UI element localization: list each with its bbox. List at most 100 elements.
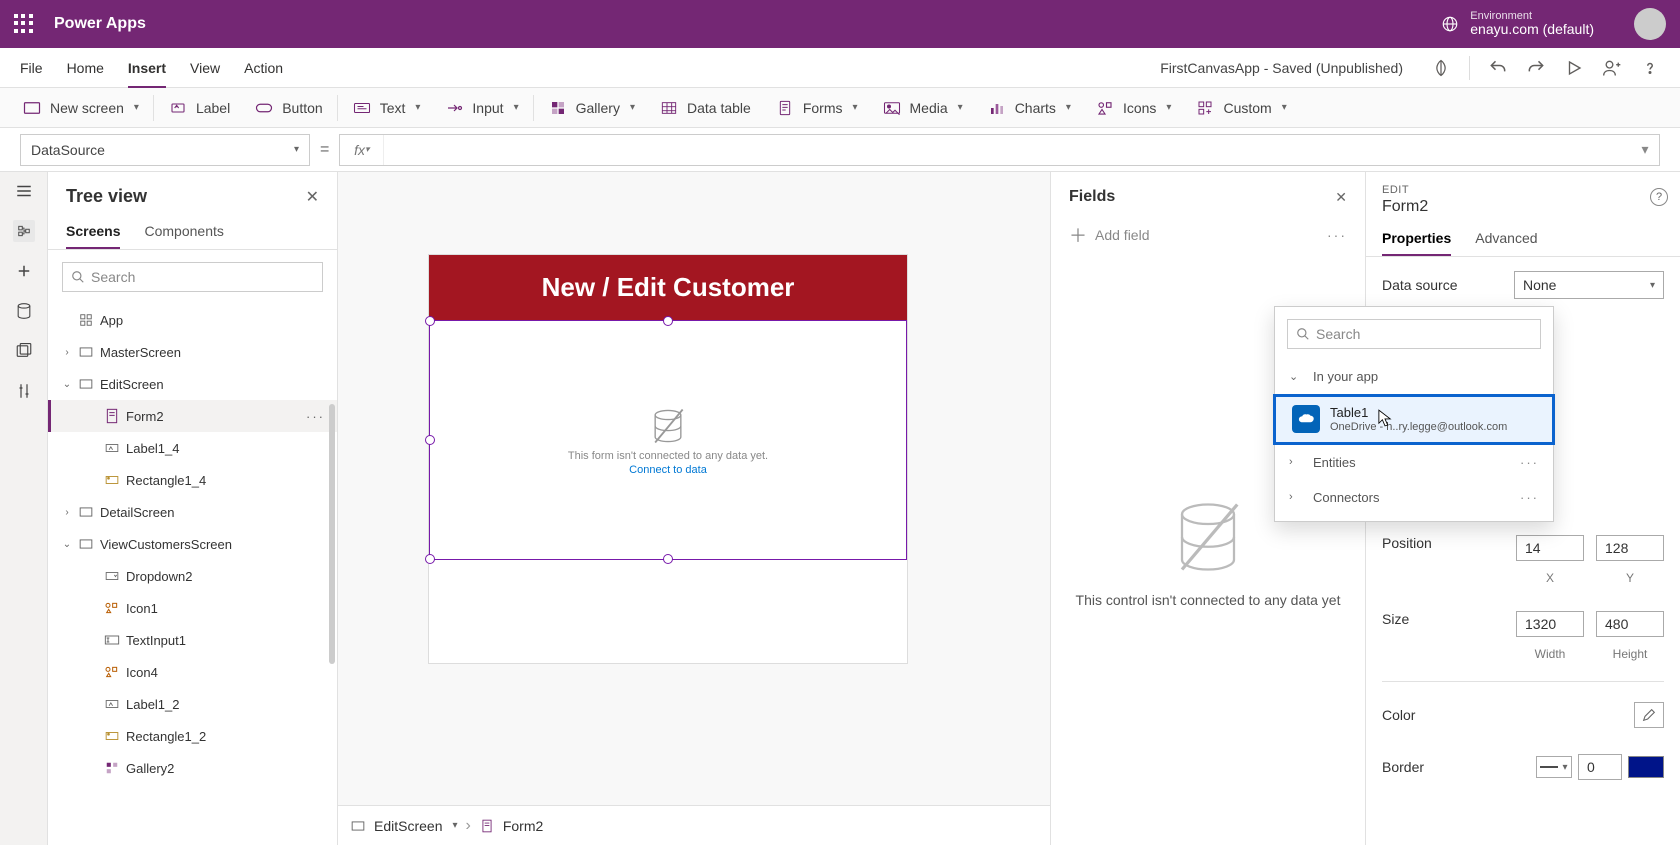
breadcrumb-control[interactable]: Form2 [503, 818, 543, 834]
screen-header[interactable]: New / Edit Customer [429, 255, 907, 320]
undo-icon[interactable] [1488, 58, 1508, 78]
property-selector[interactable]: DataSource ▾ [20, 134, 310, 166]
play-icon[interactable] [1564, 58, 1584, 78]
ds-section-in-your-app[interactable]: ⌄ In your app [1275, 359, 1553, 394]
database-icon [1169, 498, 1247, 576]
label-button[interactable]: Label [158, 88, 240, 128]
menu-view[interactable]: View [190, 60, 220, 76]
chevron-right-icon: › [1289, 456, 1303, 468]
gallery-menu[interactable]: Gallery▾ [538, 88, 645, 128]
border-width-input[interactable]: 0 [1578, 754, 1622, 780]
datasource-search-input[interactable]: Search [1287, 319, 1541, 349]
tab-components[interactable]: Components [144, 223, 223, 249]
environment-label: Environment [1470, 10, 1594, 22]
tab-properties[interactable]: Properties [1382, 230, 1451, 256]
menu-action[interactable]: Action [244, 60, 283, 76]
custom-menu[interactable]: Custom▾ [1185, 88, 1296, 128]
menu-home[interactable]: Home [67, 60, 104, 76]
label-icon [104, 440, 120, 456]
info-icon[interactable]: ? [1650, 188, 1668, 206]
close-icon[interactable]: ✕ [1335, 189, 1347, 206]
add-field-button[interactable]: ＋ Add field ··· [1051, 216, 1365, 260]
chevron-right-icon: › [1289, 491, 1303, 503]
tree-node-masterscreen[interactable]: › MasterScreen [48, 336, 337, 368]
divider [1469, 56, 1470, 80]
position-x-input[interactable]: 14 [1516, 535, 1584, 561]
chevron-down-icon[interactable]: ▾ [452, 820, 457, 831]
border-color-swatch[interactable] [1628, 756, 1664, 778]
share-icon[interactable] [1602, 58, 1622, 78]
border-style-dropdown[interactable]: ▾ [1536, 756, 1572, 778]
advanced-tools-icon[interactable] [13, 380, 35, 402]
data-rail-icon[interactable] [13, 300, 35, 322]
position-y-input[interactable]: 128 [1596, 535, 1664, 561]
tree-node-detailscreen[interactable]: › DetailScreen [48, 496, 337, 528]
new-screen-button[interactable]: New screen▾ [12, 88, 149, 128]
menu-insert[interactable]: Insert [128, 60, 166, 88]
media-rail-icon[interactable] [13, 340, 35, 362]
icons-icon [1095, 98, 1115, 118]
tree-node-rectangle1-2[interactable]: Rectangle1_2 [48, 720, 337, 752]
tree-node-textinput1[interactable]: TextInput1 [48, 624, 337, 656]
form-icon [479, 818, 495, 834]
app-launcher-icon[interactable] [14, 14, 34, 34]
menu-file[interactable]: File [20, 60, 43, 76]
prop-datasource-dropdown[interactable]: None ▾ [1514, 271, 1664, 299]
more-icon[interactable]: ··· [306, 409, 325, 424]
prop-color-label: Color [1382, 707, 1415, 723]
chevron-down-icon: ▾ [294, 144, 299, 155]
ds-section-connectors[interactable]: › Connectors ··· [1275, 480, 1553, 515]
tree-node-form2[interactable]: Form2 ··· [48, 400, 337, 432]
tree-node-dropdown2[interactable]: Dropdown2 [48, 560, 337, 592]
label-icon [104, 696, 120, 712]
charts-menu[interactable]: Charts▾ [977, 88, 1081, 128]
formula-input[interactable]: fx▾ ▾ [339, 134, 1660, 166]
size-height-input[interactable]: 480 [1596, 611, 1664, 637]
formula-bar: DataSource ▾ = fx▾ ▾ [0, 128, 1680, 172]
tree-node-label1-4[interactable]: Label1_4 [48, 432, 337, 464]
more-icon[interactable]: ··· [1327, 227, 1347, 243]
environment-name[interactable]: enayu.com (default) [1470, 22, 1594, 37]
connect-to-data-link[interactable]: Connect to data [629, 464, 707, 476]
tree-node-viewcustomersscreen[interactable]: ⌄ ViewCustomersScreen [48, 528, 337, 560]
insert-rail-icon[interactable] [13, 260, 35, 282]
color-picker-button[interactable] [1634, 702, 1664, 728]
close-icon[interactable]: ✕ [306, 187, 319, 207]
tree-node-rectangle1-4[interactable]: Rectangle1_4 [48, 464, 337, 496]
size-width-input[interactable]: 1320 [1516, 611, 1584, 637]
ds-section-entities[interactable]: › Entities ··· [1275, 445, 1553, 480]
media-icon [882, 98, 902, 118]
tab-advanced[interactable]: Advanced [1475, 230, 1537, 256]
user-avatar[interactable] [1634, 8, 1666, 40]
icons-menu[interactable]: Icons▾ [1085, 88, 1182, 128]
help-icon[interactable] [1640, 58, 1660, 78]
more-icon[interactable]: ··· [1520, 455, 1539, 470]
button-button[interactable]: Button [244, 88, 332, 128]
canvas-screen[interactable]: New / Edit Customer [428, 254, 908, 664]
tree-view-icon[interactable] [13, 220, 35, 242]
app-checker-icon[interactable] [1431, 58, 1451, 78]
form2-control[interactable]: This form isn't connected to any data ye… [429, 320, 907, 560]
more-icon[interactable]: ··· [1520, 490, 1539, 505]
data-table-button[interactable]: Data table [649, 88, 761, 128]
redo-icon[interactable] [1526, 58, 1546, 78]
tree-node-label1-2[interactable]: Label1_2 [48, 688, 337, 720]
gallery-icon [548, 98, 568, 118]
input-menu[interactable]: Input▾ [434, 88, 528, 128]
forms-menu[interactable]: Forms▾ [765, 88, 868, 128]
suite-header: Power Apps Environment enayu.com (defaul… [0, 0, 1680, 48]
text-menu[interactable]: Text▾ [342, 88, 431, 128]
ds-item-table1[interactable]: Table1 OneDrive - h..ry.legge@outlook.co… [1273, 394, 1555, 445]
tree-node-app[interactable]: App [48, 304, 337, 336]
tree-node-icon4[interactable]: Icon4 [48, 656, 337, 688]
scrollbar-thumb[interactable] [329, 404, 335, 664]
tree-node-icon1[interactable]: Icon1 [48, 592, 337, 624]
breadcrumb-screen[interactable]: EditScreen [374, 818, 442, 834]
tree-search-input[interactable]: Search [62, 262, 323, 292]
tree-node-gallery2[interactable]: Gallery2 [48, 752, 337, 784]
tree-node-editscreen[interactable]: ⌄ EditScreen [48, 368, 337, 400]
hamburger-icon[interactable] [13, 180, 35, 202]
media-menu[interactable]: Media▾ [872, 88, 973, 128]
expand-formula-icon[interactable]: ▾ [1631, 141, 1659, 158]
tab-screens[interactable]: Screens [66, 223, 120, 249]
